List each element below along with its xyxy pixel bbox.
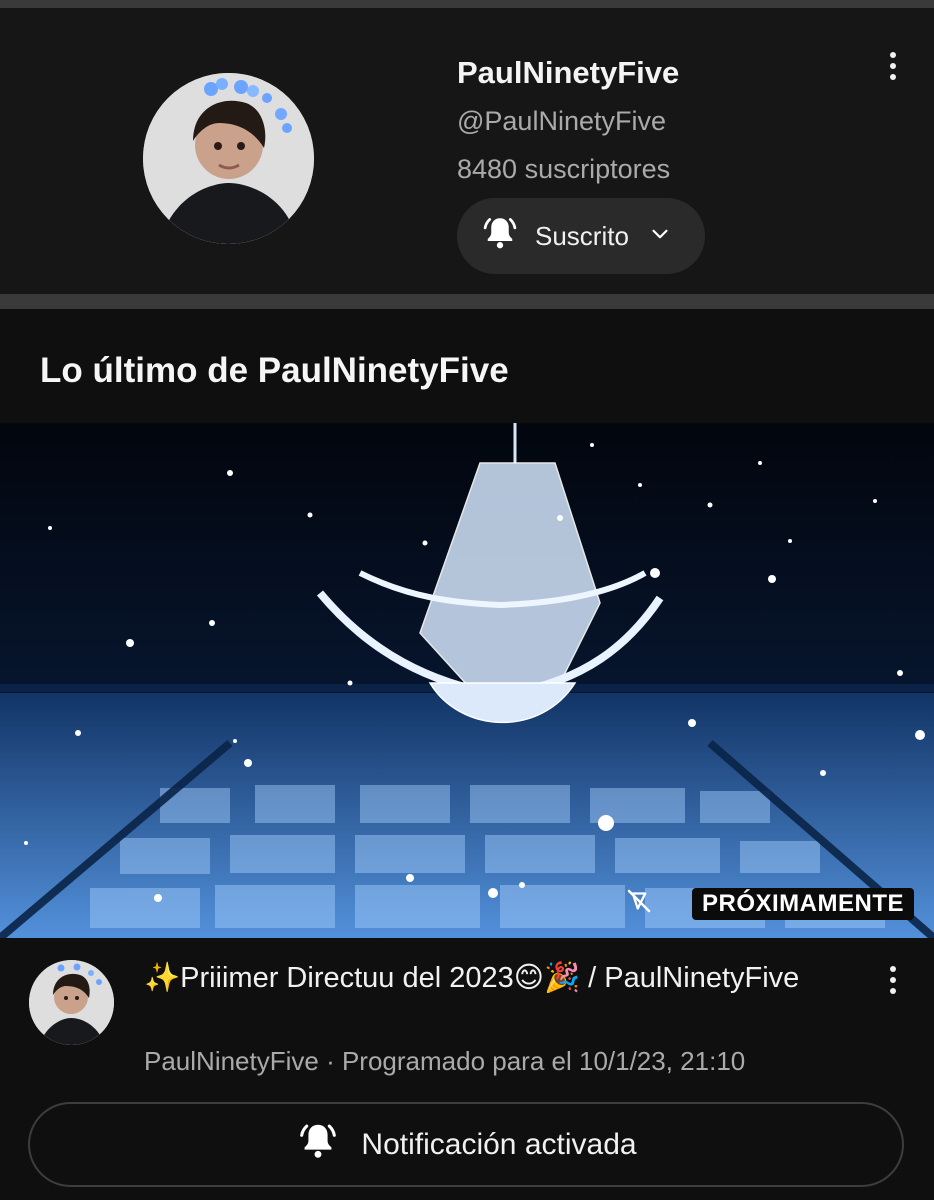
latest-section: Lo último de PaulNinetyFive PRÓXIMAMENTE… [0,309,934,1200]
video-more-options-icon[interactable] [878,962,908,1002]
channel-avatar[interactable] [143,73,314,244]
video-channel-avatar[interactable] [29,960,114,1045]
latest-title: Lo último de PaulNinetyFive [40,351,509,390]
video-title[interactable]: ✨Priiimer Directuu del 2023😊🎉 / PaulNine… [144,958,844,998]
section-divider [0,294,934,309]
bell-ringing-icon [295,1119,341,1170]
bell-ringing-icon [479,213,521,260]
notification-active-label: Notificación activada [361,1127,637,1161]
video-meta: PaulNinetyFive · Programado para el 10/1… [144,1046,746,1076]
subscribed-label: Suscrito [535,220,629,251]
channel-card: PaulNinetyFive @PaulNinetyFive 8480 susc… [0,8,934,294]
channel-name: PaulNinetyFive [457,55,680,90]
notification-active-button[interactable]: Notificación activada [28,1102,904,1187]
channel-handle: @PaulNinetyFive [457,106,666,136]
subscribed-button[interactable]: Suscrito [457,198,705,274]
video-thumbnail[interactable]: PRÓXIMAMENTE [0,423,934,938]
video-info-row[interactable]: ✨Priiimer Directuu del 2023😊🎉 / PaulNine… [0,938,934,1098]
more-options-icon[interactable] [878,48,908,88]
top-strip [0,0,934,8]
subscriber-count: 8480 suscriptores [457,154,671,184]
upcoming-badge: PRÓXIMAMENTE [691,888,914,920]
chevron-down-icon [647,221,673,252]
muted-icon [624,886,654,916]
